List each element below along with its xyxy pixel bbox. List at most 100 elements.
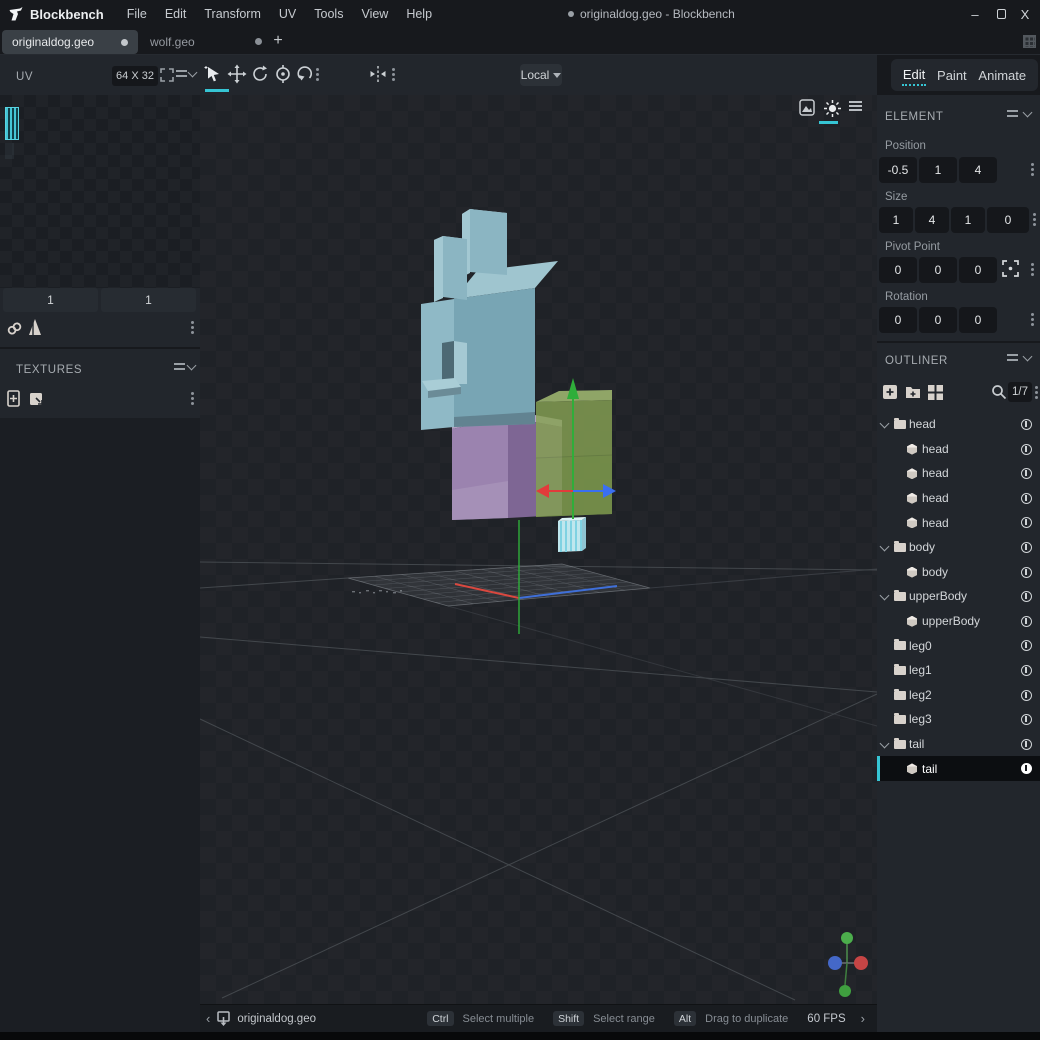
close-button[interactable]: X [1012,0,1038,28]
tab-wolf[interactable]: wolf.geo [150,30,266,54]
outliner-row-cube[interactable]: upperBody [877,609,1040,634]
lighting-sun-icon[interactable] [823,99,842,118]
uv-panel-menu-icon[interactable] [176,70,187,77]
visibility-icon[interactable] [1021,664,1032,676]
outliner-panel-collapse-icon[interactable] [1022,351,1033,362]
outliner-row-cube[interactable]: body [877,560,1040,585]
outliner-panel-menu-icon[interactable] [1007,354,1018,361]
visibility-icon[interactable] [1021,492,1032,504]
visibility-icon[interactable] [1021,689,1032,701]
create-texture-icon[interactable] [6,389,23,409]
toolbar-more-icon[interactable] [392,68,395,71]
center-pivot-icon[interactable] [1001,259,1020,278]
outliner-row-cube[interactable]: head [877,486,1040,511]
menu-file[interactable]: File [118,0,156,28]
visibility-icon[interactable] [1021,591,1032,603]
position-y-field[interactable]: 1 [919,157,957,183]
layout-grid-icon[interactable] [1023,35,1036,48]
scale-tool-icon[interactable] [273,64,293,84]
save-status-icon[interactable] [216,1010,231,1027]
rotation-options-icon[interactable] [1031,313,1034,316]
link-uv-icon[interactable] [6,320,23,337]
position-x-field[interactable]: -0.5 [879,157,917,183]
rotation-x-field[interactable]: 0 [879,307,917,333]
chevron-down-icon[interactable] [879,590,890,601]
visibility-icon[interactable] [1021,615,1032,627]
outliner-row-group[interactable]: leg2 [877,683,1040,708]
outliner-row-cube[interactable]: head [877,510,1040,535]
uv-editor-canvas[interactable] [0,95,200,288]
menu-help[interactable]: Help [397,0,441,28]
outliner-row-group[interactable]: upperBody [877,584,1040,609]
visibility-icon[interactable] [1021,541,1032,553]
uv-more-options-icon[interactable] [191,321,194,324]
outliner-options-icon[interactable] [1035,386,1038,389]
import-texture-icon[interactable] [28,391,45,408]
visibility-icon[interactable] [1021,419,1032,430]
menu-uv[interactable]: UV [270,0,305,28]
pivot-y-field[interactable]: 0 [919,257,957,283]
textures-more-options-icon[interactable] [191,392,194,395]
outliner-row-group[interactable]: leg0 [877,633,1040,658]
element-panel-collapse-icon[interactable] [1022,107,1033,118]
chevron-down-icon[interactable] [879,418,890,429]
outliner-row-group[interactable]: tail [877,732,1040,757]
uv-face-element[interactable] [5,107,19,140]
dog-model[interactable] [421,209,613,552]
visibility-icon[interactable] [1021,566,1032,578]
tab-edit[interactable]: Edit [901,65,927,86]
menu-tools[interactable]: Tools [305,0,352,28]
pivot-tool-icon[interactable] [295,64,315,84]
size-x-field[interactable]: 1 [879,207,913,233]
outliner-row-group[interactable]: leg3 [877,707,1040,732]
rotation-y-field[interactable]: 0 [919,307,957,333]
minimize-button[interactable]: – [962,0,988,28]
menu-edit[interactable]: Edit [156,0,196,28]
transform-space-dropdown[interactable]: Local [520,64,562,86]
outliner-row-group[interactable]: head [877,412,1040,437]
size-options-icon[interactable] [1033,213,1036,216]
add-cube-icon[interactable] [881,383,899,401]
size-y-field[interactable]: 4 [915,207,949,233]
rotate-tool-icon[interactable] [250,64,270,84]
outliner-row-group[interactable]: leg1 [877,658,1040,683]
element-panel-menu-icon[interactable] [1007,110,1018,117]
viewport-3d[interactable] [200,95,877,1004]
visibility-icon[interactable] [1021,468,1032,480]
uv-grid-x-button[interactable]: 1 [3,288,98,312]
menu-view[interactable]: View [352,0,397,28]
rotation-z-field[interactable]: 0 [959,307,997,333]
fullscreen-icon[interactable] [160,68,174,82]
new-tab-button[interactable]: + [269,31,287,51]
chevron-down-icon[interactable] [879,738,890,749]
move-tool-icon[interactable] [227,64,247,84]
tab-animate[interactable]: Animate [977,66,1027,85]
tab-originaldog[interactable]: originaldog.geo [2,30,138,54]
unsaved-dot-icon[interactable] [121,39,128,46]
pivot-options-icon[interactable] [1031,263,1034,266]
pivot-z-field[interactable]: 0 [959,257,997,283]
uv-size-button[interactable]: 64 X 32 [112,66,158,86]
position-options-icon[interactable] [1031,163,1034,166]
visibility-icon[interactable] [1021,714,1032,726]
outliner-row-cube[interactable]: head [877,461,1040,486]
tail-cube[interactable] [558,517,586,552]
search-icon[interactable] [991,384,1007,400]
outliner-row-group[interactable]: body [877,535,1040,560]
background-image-icon[interactable] [799,99,817,116]
visibility-icon[interactable] [1021,517,1032,529]
outliner-row-cube-selected[interactable]: tail [877,756,1040,781]
pivot-x-field[interactable]: 0 [879,257,917,283]
status-next-icon[interactable]: › [855,1011,871,1026]
chevron-down-icon[interactable] [879,541,890,552]
status-prev-icon[interactable]: ‹ [200,1011,216,1026]
toolbar-more-icon[interactable] [316,68,319,71]
outliner-row-cube[interactable]: head [877,437,1040,462]
textures-panel-collapse-icon[interactable] [186,360,197,371]
tab-paint[interactable]: Paint [936,66,968,85]
unsaved-dot-icon[interactable] [255,38,262,45]
mirror-painting-icon[interactable] [368,64,388,84]
visibility-icon[interactable] [1021,763,1032,775]
add-group-icon[interactable] [904,383,922,401]
visibility-icon[interactable] [1021,443,1032,455]
